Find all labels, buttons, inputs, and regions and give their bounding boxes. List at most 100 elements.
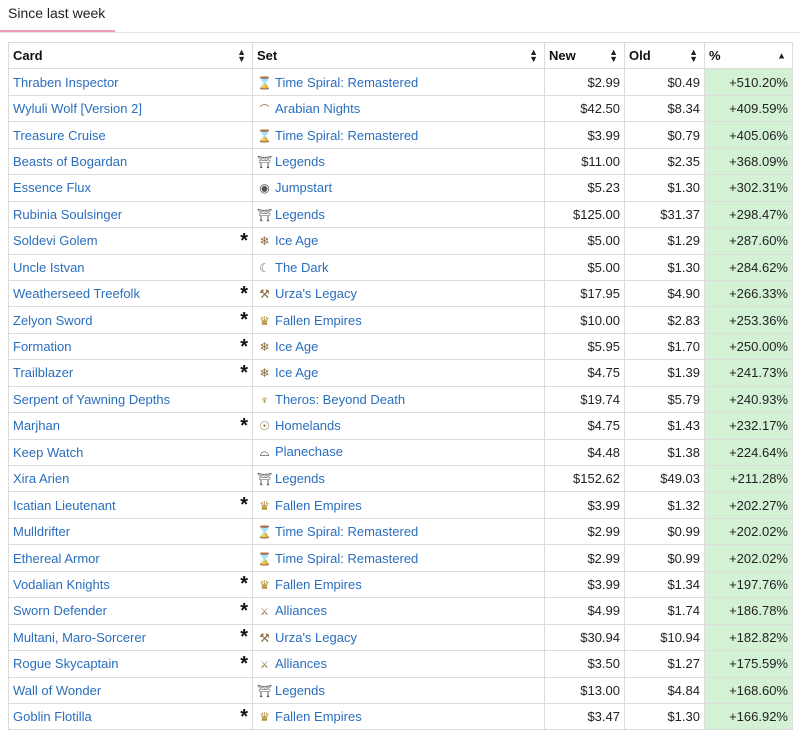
pct-change-cell: +232.17%	[704, 412, 793, 440]
tsr-icon: ⌛	[257, 75, 272, 90]
table-row: Mulldrifter ⌛ Time Spiral: Remastered $2.99…	[8, 517, 793, 546]
column-header-new[interactable]: New ▲ ▼	[544, 41, 625, 70]
set-link[interactable]: Homelands	[275, 418, 341, 433]
pct-change-cell: +250.00%	[704, 332, 793, 361]
card-cell: Wyluli Wolf [Version 2]	[8, 94, 253, 123]
card-link[interactable]: Soldevi Golem	[13, 233, 98, 248]
ice-icon: ❄	[259, 340, 270, 355]
pct-change-cell: +240.93%	[704, 385, 793, 414]
set-link[interactable]: Fallen Empires	[275, 313, 362, 328]
table-row: Beasts of Bogardan ⛩ Legends $11.00 $2.35 +36…	[8, 147, 793, 176]
table-row: Formation * ❄ Ice Age $5.95 $1.70 +250.00%	[8, 332, 793, 361]
set-link[interactable]: Ice Age	[275, 233, 318, 248]
card-link[interactable]: Sworn Defender	[13, 603, 107, 618]
tab-bar: Since last week	[0, 0, 800, 33]
pct-change-cell: +186.78%	[704, 597, 793, 625]
set-link[interactable]: Arabian Nights	[275, 101, 360, 116]
card-link[interactable]: Trailblazer	[13, 365, 73, 380]
card-cell: Beasts of Bogardan	[8, 147, 253, 176]
card-link[interactable]: Icatian Lieutenant	[13, 498, 116, 513]
table-row: Trailblazer * ❄ Ice Age $4.75 $1.39 +241.73%	[8, 359, 793, 387]
set-link[interactable]: Planechase	[275, 444, 343, 459]
set-link[interactable]: Time Spiral: Remastered	[275, 524, 418, 539]
card-link[interactable]: Ethereal Armor	[13, 551, 100, 566]
card-link[interactable]: Uncle Istvan	[13, 260, 85, 275]
fem-icon: ♛	[259, 577, 270, 592]
new-price-cell: $42.50	[544, 94, 625, 123]
set-link[interactable]: Legends	[275, 154, 325, 169]
table-row: Rogue Skycaptain * ⚔ Alliances $3.50 $1.27 +17…	[8, 650, 793, 678]
set-link[interactable]: Legends	[275, 683, 325, 698]
set-link[interactable]: Fallen Empires	[275, 709, 362, 724]
set-link[interactable]: Theros: Beyond Death	[275, 392, 405, 407]
set-link[interactable]: Alliances	[275, 603, 327, 618]
sort-both-icon: ▲ ▼	[529, 46, 538, 64]
column-header-old[interactable]: Old ▲ ▼	[624, 41, 705, 70]
card-link[interactable]: Xira Arien	[13, 471, 69, 486]
table-row: Weatherseed Treefolk * ⚒ Urza's Legacy $17.9…	[8, 279, 793, 308]
set-cell: ⛩ Legends	[252, 147, 545, 176]
card-cell: Icatian Lieutenant *	[8, 491, 253, 519]
column-header-set[interactable]: Set ▲ ▼	[252, 41, 545, 70]
set-link[interactable]: Alliances	[275, 656, 327, 671]
old-price-cell: $1.74	[624, 597, 705, 625]
set-link[interactable]: Legends	[275, 471, 325, 486]
card-cell: Formation *	[8, 332, 253, 361]
set-cell: ♛ Fallen Empires	[252, 570, 545, 599]
set-link[interactable]: Time Spiral: Remastered	[275, 128, 418, 143]
sort-both-icon: ▲ ▼	[609, 46, 618, 64]
set-link[interactable]: Urza's Legacy	[275, 630, 357, 645]
card-link[interactable]: Multani, Maro-Sorcerer	[13, 630, 146, 645]
set-cell: ♛ Fallen Empires	[252, 702, 545, 730]
set-link[interactable]: Time Spiral: Remastered	[275, 551, 418, 566]
card-link[interactable]: Beasts of Bogardan	[13, 154, 127, 169]
card-link[interactable]: Keep Watch	[13, 445, 83, 460]
set-link[interactable]: Time Spiral: Remastered	[275, 75, 418, 90]
pct-change-cell: +197.76%	[704, 570, 793, 599]
asterisk-icon: *	[240, 361, 248, 384]
card-link[interactable]: Mulldrifter	[13, 524, 70, 539]
pct-change-cell: +175.59%	[704, 650, 793, 678]
table-row: Ethereal Armor ⌛ Time Spiral: Remastered $2…	[8, 544, 793, 572]
card-cell: Soldevi Golem *	[8, 227, 253, 255]
pct-change-cell: +168.60%	[704, 676, 793, 704]
set-link[interactable]: Jumpstart	[275, 180, 332, 195]
table-header-row: Card ▲ ▼ Set ▲ ▼ New ▲ ▼ Old ▲ ▼ % ▲	[8, 41, 793, 70]
set-link[interactable]: The Dark	[275, 260, 328, 275]
old-price-cell: $31.37	[624, 200, 705, 229]
card-link[interactable]: Rogue Skycaptain	[13, 656, 119, 671]
tsr-icon: ⌛	[257, 128, 272, 143]
tab-since-last-week[interactable]: Since last week	[0, 0, 116, 32]
card-link[interactable]: Goblin Flotilla	[13, 709, 92, 724]
card-link[interactable]: Vodalian Knights	[13, 577, 110, 592]
old-price-cell: $0.99	[624, 517, 705, 546]
table-row: Multani, Maro-Sorcerer * ⚒ Urza's Legacy $30…	[8, 623, 793, 652]
set-link[interactable]: Ice Age	[275, 365, 318, 380]
card-cell: Treasure Cruise	[8, 121, 253, 149]
set-link[interactable]: Legends	[275, 207, 325, 222]
card-link[interactable]: Serpent of Yawning Depths	[13, 392, 170, 407]
old-price-cell: $1.43	[624, 412, 705, 440]
card-link[interactable]: Rubinia Soulsinger	[13, 207, 122, 222]
new-price-cell: $4.99	[544, 597, 625, 625]
card-link[interactable]: Marjhan	[13, 418, 60, 433]
set-link[interactable]: Ice Age	[275, 339, 318, 354]
set-link[interactable]: Fallen Empires	[275, 577, 362, 592]
set-link[interactable]: Fallen Empires	[275, 498, 362, 513]
table-row: Serpent of Yawning Depths ♆ Theros: Beyond…	[8, 385, 793, 414]
column-header-card[interactable]: Card ▲ ▼	[8, 41, 253, 70]
column-header-pct[interactable]: % ▲	[704, 41, 793, 70]
card-link[interactable]: Formation	[13, 339, 72, 354]
card-link[interactable]: Weatherseed Treefolk	[13, 286, 140, 301]
card-link[interactable]: Thraben Inspector	[13, 75, 119, 90]
card-link[interactable]: Treasure Cruise	[13, 128, 106, 143]
card-link[interactable]: Zelyon Sword	[13, 313, 92, 328]
card-link[interactable]: Wyluli Wolf [Version 2]	[13, 101, 142, 116]
fem-icon: ♛	[259, 313, 270, 328]
set-link[interactable]: Urza's Legacy	[275, 286, 357, 301]
set-cell: ♛ Fallen Empires	[252, 491, 545, 519]
new-price-cell: $3.99	[544, 491, 625, 519]
card-link[interactable]: Wall of Wonder	[13, 683, 101, 698]
thb-icon: ♆	[260, 392, 269, 407]
card-link[interactable]: Essence Flux	[13, 180, 91, 195]
